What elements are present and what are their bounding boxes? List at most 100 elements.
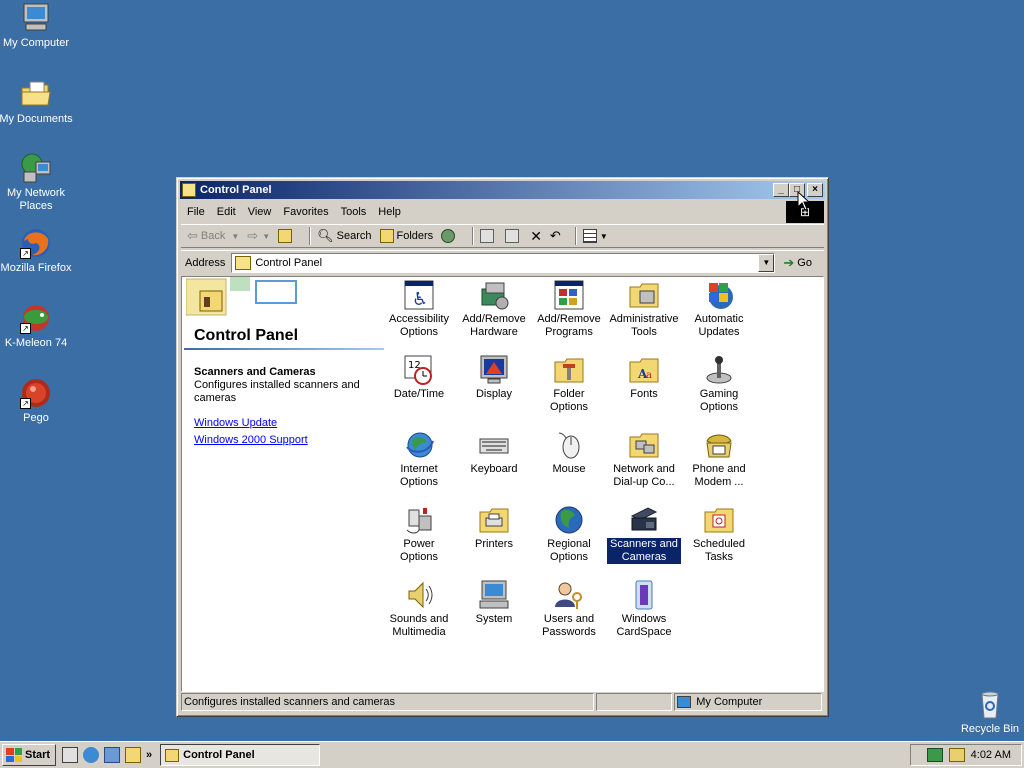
search-icon: 🔍︎	[317, 228, 334, 243]
desktop-icon-mozilla-firefox[interactable]: ↗ Mozilla Firefox	[0, 227, 73, 275]
cp-item-system[interactable]: System	[457, 579, 531, 626]
start-button[interactable]: Start	[2, 744, 56, 766]
cp-item-windows-cardspace[interactable]: Windows CardSpace	[607, 579, 681, 639]
desktop-icon-k-meleon[interactable]: ↗ K-Meleon 74	[0, 302, 73, 350]
desktop-icon-pego[interactable]: ↗ Pego	[0, 377, 73, 425]
computer-icon	[20, 2, 52, 34]
network-tray-icon[interactable]	[926, 748, 943, 762]
cp-item-label: Phone and Modem ...	[692, 463, 746, 488]
delete-button[interactable]: ✕	[530, 228, 542, 245]
shortcut-arrow-icon: ↗	[20, 398, 31, 409]
menu-edit[interactable]: Edit	[211, 206, 242, 218]
desktop-icon-my-documents[interactable]: My Documents	[0, 78, 73, 126]
move-to-button[interactable]	[480, 229, 497, 243]
desktop-icon-recycle-bin[interactable]: Recycle Bin	[953, 688, 1024, 736]
left-pane-title: Control Panel	[194, 327, 299, 344]
address-input[interactable]: Control Panel ▼	[231, 252, 776, 273]
status-empty-cell	[596, 693, 673, 711]
menu-favorites[interactable]: Favorites	[277, 206, 334, 218]
address-dropdown-button[interactable]: ▼	[758, 253, 775, 272]
title-bar[interactable]: Control Panel _ □ ×	[180, 181, 825, 199]
desktop-icon-label: Pego	[23, 412, 49, 424]
desktop-icon-my-network-places[interactable]: My Network Places	[0, 152, 73, 213]
chevron-down-icon: ▼	[262, 231, 271, 241]
control-panel-icon	[165, 748, 180, 762]
cp-item-scheduled-tasks[interactable]: Scheduled Tasks	[682, 504, 756, 564]
cp-item-accessibility-options[interactable]: ♿ Accessibility Options	[382, 279, 456, 339]
chevron-right-icon[interactable]: »	[146, 749, 152, 761]
cp-item-label: Display	[475, 388, 513, 400]
cp-item-label: Keyboard	[470, 463, 518, 475]
cp-item-label: Gaming Options	[699, 388, 739, 413]
forward-arrow-icon: ⇨	[247, 228, 259, 243]
cp-item-label: Internet Options	[400, 463, 438, 488]
cp-item-users-and-passwords[interactable]: Users and Passwords	[532, 579, 606, 639]
cp-item-administrative-tools[interactable]: Administrative Tools	[607, 279, 681, 339]
copy-to-icon	[505, 229, 520, 243]
windows-2000-support-link[interactable]: Windows 2000 Support	[194, 434, 308, 446]
shortcut-arrow-icon: ↗	[20, 323, 31, 334]
menu-view[interactable]: View	[242, 206, 278, 218]
windows-update-link[interactable]: Windows Update	[194, 417, 277, 429]
search-button[interactable]: 🔍︎ Search	[317, 228, 371, 244]
cp-item-network-dialup[interactable]: Network and Dial-up Co...	[607, 429, 681, 489]
cp-item-regional-options[interactable]: Regional Options	[532, 504, 606, 564]
views-button[interactable]: ▼	[582, 229, 608, 243]
cp-item-display[interactable]: Display	[457, 354, 531, 401]
mouse-cursor-icon	[797, 191, 811, 211]
cardspace-icon	[628, 579, 660, 611]
forward-button[interactable]: ⇨ ▼	[247, 228, 270, 244]
cp-item-power-options[interactable]: Power Options	[382, 504, 456, 564]
cp-item-folder-options[interactable]: Folder Options	[532, 354, 606, 414]
internet-explorer-icon[interactable]	[83, 747, 99, 763]
cp-item-printers[interactable]: Printers	[457, 504, 531, 551]
menu-tools[interactable]: Tools	[335, 206, 373, 218]
cp-item-label: Windows CardSpace	[616, 613, 672, 638]
desktop-icon-label: My Documents	[0, 113, 73, 125]
network-dialup-icon	[628, 429, 660, 461]
minimize-button[interactable]: _	[773, 183, 789, 197]
copy-to-button[interactable]	[505, 229, 522, 243]
desktop-icon-label: My Computer	[2, 37, 70, 49]
up-folder-icon	[278, 229, 293, 243]
menu-file[interactable]: File	[181, 206, 211, 218]
cp-item-add-remove-programs[interactable]: Add/Remove Programs	[532, 279, 606, 339]
folders-icon	[379, 229, 394, 243]
computer-icon	[677, 696, 692, 708]
cp-item-automatic-updates[interactable]: Automatic Updates	[682, 279, 756, 339]
folders-button[interactable]: Folders	[379, 229, 433, 243]
cp-item-mouse[interactable]: Mouse	[532, 429, 606, 476]
fonts-icon: Aa	[628, 354, 660, 386]
cp-item-phone-and-modem[interactable]: Phone and Modem ...	[682, 429, 756, 489]
volume-tray-icon[interactable]	[948, 748, 965, 762]
cp-item-label: Administrative Tools	[609, 313, 679, 338]
cp-item-gaming-options[interactable]: Gaming Options	[682, 354, 756, 414]
cp-item-label: Mouse	[552, 463, 586, 475]
cp-item-label: Automatic Updates	[694, 313, 744, 338]
cp-item-add-remove-hardware[interactable]: Add/Remove Hardware	[457, 279, 531, 339]
cp-item-internet-options[interactable]: Internet Options	[382, 429, 456, 489]
menu-bar: File Edit View Favorites Tools Help ⊞	[181, 201, 824, 223]
cp-item-sounds-and-multimedia[interactable]: Sounds and Multimedia	[382, 579, 456, 639]
address-value: Control Panel	[255, 256, 323, 269]
go-button[interactable]: ➔ Go	[783, 255, 812, 271]
back-button[interactable]: ⇦ Back ▼	[187, 228, 239, 244]
up-folder-button[interactable]	[278, 229, 295, 243]
printers-icon	[478, 504, 510, 536]
show-desktop-icon[interactable]	[62, 747, 78, 763]
explorer-search-icon[interactable]	[125, 747, 141, 763]
cp-item-fonts[interactable]: Aa Fonts	[607, 354, 681, 401]
outlook-express-icon[interactable]	[104, 747, 120, 763]
undo-button[interactable]: ↶	[550, 228, 561, 244]
cp-item-keyboard[interactable]: Keyboard	[457, 429, 531, 476]
cp-item-date-time[interactable]: 12 Date/Time	[382, 354, 456, 401]
history-button[interactable]	[441, 229, 458, 243]
taskbar-button-control-panel[interactable]: Control Panel	[160, 744, 321, 766]
control-panel-window[interactable]: Control Panel _ □ × File Edit View Favor…	[176, 177, 829, 717]
cp-item-scanners-and-cameras[interactable]: Scanners and Cameras	[607, 504, 681, 564]
cp-item-label: Network and Dial-up Co...	[613, 463, 675, 488]
clock[interactable]: 4:02 AM	[971, 749, 1011, 761]
cp-item-label: Fonts	[630, 388, 658, 400]
menu-help[interactable]: Help	[372, 206, 407, 218]
desktop-icon-my-computer[interactable]: My Computer	[0, 2, 73, 50]
